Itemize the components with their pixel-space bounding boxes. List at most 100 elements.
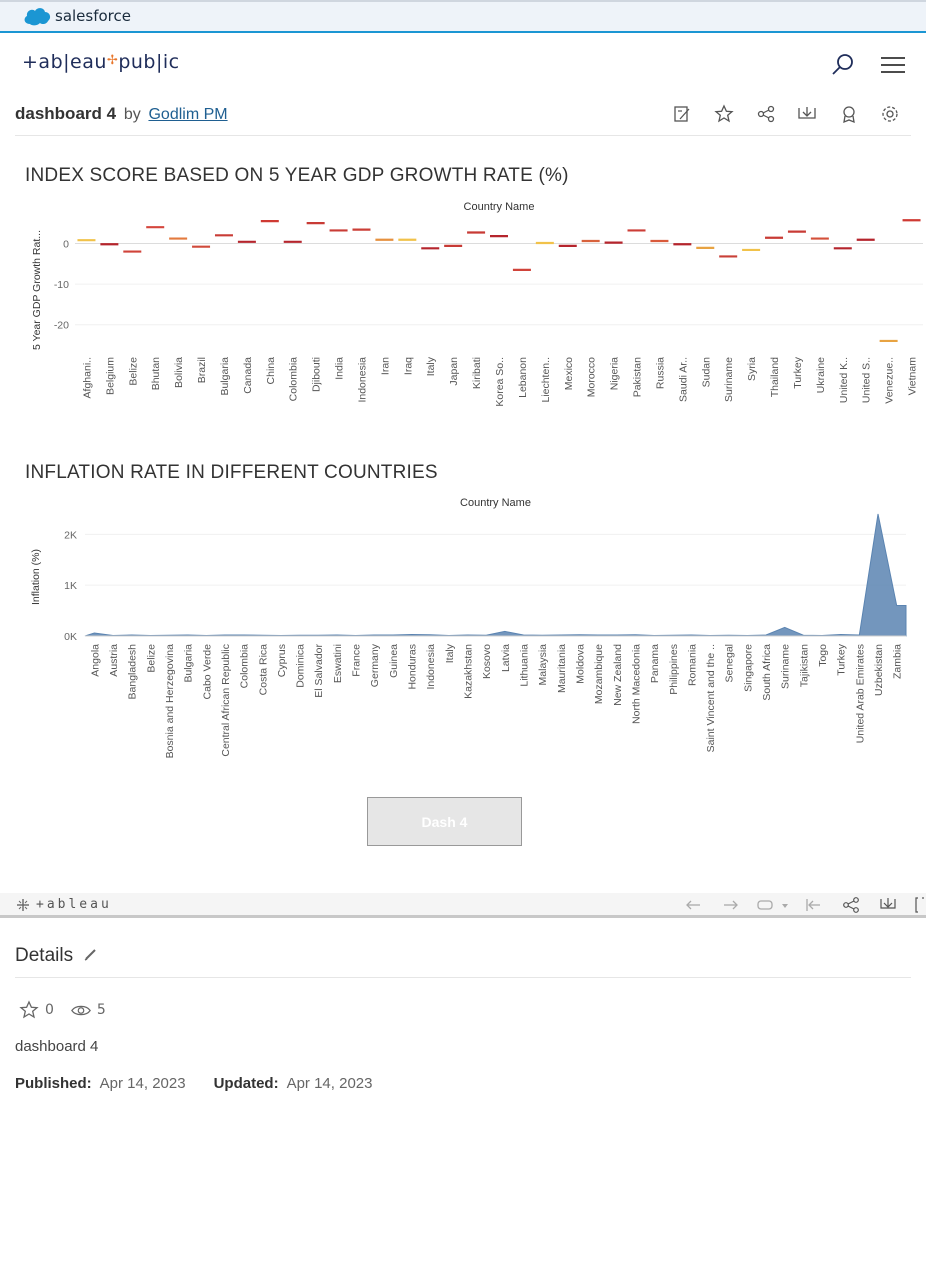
inflation-x-tick: El Salvador bbox=[313, 644, 325, 698]
gdp-x-tick: Bhutan bbox=[150, 357, 162, 390]
inflation-x-tick: Mozambique bbox=[593, 644, 605, 704]
pencil-icon[interactable] bbox=[84, 947, 98, 961]
menu-icon[interactable] bbox=[879, 51, 907, 79]
gdp-x-tick: Bolivia bbox=[173, 357, 185, 388]
inflation-x-tick: Latvia bbox=[500, 644, 512, 672]
viz-description: dashboard 4 bbox=[15, 1038, 99, 1055]
gdp-x-tick: Thailand bbox=[769, 357, 781, 397]
author-link[interactable]: Godlim PM bbox=[148, 106, 227, 123]
inflation-y-tick: 2K bbox=[64, 529, 77, 541]
gdp-x-tick: United K.. bbox=[838, 357, 850, 403]
reset-icon[interactable] bbox=[804, 896, 822, 914]
inflation-chart-title: INFLATION RATE IN DIFFERENT COUNTRIES bbox=[25, 462, 438, 483]
gdp-x-tick: Morocco bbox=[586, 357, 598, 397]
toolbar-share-icon[interactable] bbox=[842, 896, 860, 914]
gdp-x-tick: Venezue.. bbox=[884, 357, 896, 404]
inflation-x-tick: Guinea bbox=[388, 644, 400, 678]
gdp-y-axis-title: 5 Year GDP Growth Rat... bbox=[31, 230, 43, 350]
gdp-x-tick: Belize bbox=[127, 357, 139, 386]
views-eye-icon bbox=[71, 1005, 91, 1015]
logo-right: pub|ic bbox=[118, 51, 180, 73]
inflation-x-tick: Senegal bbox=[724, 644, 736, 683]
inflation-x-tick: Zambia bbox=[892, 644, 904, 679]
badge-icon[interactable] bbox=[839, 104, 859, 124]
fullscreen-icon[interactable] bbox=[914, 896, 926, 914]
inflation-x-tick: Romania bbox=[686, 644, 698, 686]
inflation-x-tick: Honduras bbox=[407, 644, 419, 690]
gdp-x-tick: Pakistan bbox=[632, 357, 644, 397]
tableau-brand[interactable]: +ableau bbox=[36, 897, 112, 912]
inflation-x-tick: Colombia bbox=[239, 644, 251, 689]
published-label: Published: bbox=[15, 1075, 92, 1092]
gdp-x-axis-title: Country Name bbox=[464, 201, 535, 213]
gdp-x-tick: Nigeria bbox=[609, 357, 621, 390]
salesforce-cloud-icon bbox=[24, 8, 51, 26]
gdp-x-tick: Turkey bbox=[792, 356, 804, 388]
viz-title: dashboard 4 by Godlim PM bbox=[15, 104, 228, 124]
gdp-x-tick: Indonesia bbox=[356, 357, 368, 403]
gdp-x-tick: Belgium bbox=[104, 357, 116, 395]
download-icon[interactable] bbox=[797, 104, 817, 124]
inflation-x-tick: Germany bbox=[369, 643, 381, 687]
updated-label: Updated: bbox=[213, 1075, 279, 1092]
tableau-public-logo[interactable]: +ab|eau✢pub|ic bbox=[22, 51, 180, 73]
details-heading: Details bbox=[15, 945, 911, 978]
inflation-x-tick: Bosnia and Herzegovina bbox=[164, 644, 176, 759]
revert-dropdown-icon[interactable] bbox=[756, 896, 792, 914]
redo-icon[interactable] bbox=[722, 896, 740, 914]
inflation-x-tick: Turkey bbox=[836, 643, 848, 675]
gdp-x-tick: Canada bbox=[242, 357, 254, 394]
gdp-x-tick: Russia bbox=[654, 357, 666, 389]
dash-4-button[interactable]: Dash 4 bbox=[367, 797, 522, 846]
gdp-chart-title: INDEX SCORE BASED ON 5 YEAR GDP GROWTH R… bbox=[25, 165, 569, 186]
favorites-count: 0 bbox=[45, 1002, 54, 1018]
inflation-x-tick: Austria bbox=[108, 644, 120, 677]
gdp-x-tick: Italy bbox=[425, 356, 437, 376]
inflation-x-tick: Uzbekistan bbox=[873, 644, 885, 696]
inflation-x-tick: Bangladesh bbox=[127, 644, 139, 700]
gdp-y-tick: 0 bbox=[63, 238, 69, 250]
gdp-x-tick: Suriname bbox=[723, 357, 735, 402]
inflation-x-axis-title: Country Name bbox=[460, 497, 531, 509]
settings-icon[interactable] bbox=[880, 104, 900, 124]
inflation-x-tick: Belize bbox=[145, 644, 157, 673]
inflation-x-tick: Italy bbox=[444, 643, 456, 663]
inflation-x-tick: Central African Republic bbox=[220, 644, 232, 757]
logo-spark-icon: ✢ bbox=[106, 53, 119, 68]
inflation-chart[interactable]: Country Name Inflation (%) 2K 1K 0K Angola Aus… bbox=[0, 492, 926, 777]
stats-row: 0 5 bbox=[19, 1000, 106, 1020]
inflation-x-tick: South Africa bbox=[761, 644, 773, 701]
search-icon[interactable] bbox=[829, 51, 857, 79]
gdp-x-tick: Mexico bbox=[563, 357, 575, 390]
favorite-star-icon[interactable] bbox=[19, 1000, 39, 1020]
inflation-x-tick: North Macedonia bbox=[630, 644, 642, 724]
salesforce-bar: salesforce bbox=[0, 0, 926, 33]
inflation-x-tick: Eswatini bbox=[332, 644, 344, 683]
inflation-x-tick: Bulgaria bbox=[183, 644, 195, 683]
inflation-x-tick: Kosovo bbox=[481, 644, 493, 679]
salesforce-logo[interactable]: salesforce bbox=[22, 6, 131, 26]
gdp-x-tick: Lebanon bbox=[517, 357, 529, 398]
edit-icon[interactable] bbox=[672, 104, 692, 124]
inflation-x-tick: Lithuania bbox=[518, 644, 530, 687]
gdp-x-tick: Brazil bbox=[196, 357, 208, 383]
gdp-x-tick: Afghani.. bbox=[81, 357, 93, 398]
gdp-x-tick: Djibouti bbox=[311, 357, 323, 392]
gdp-x-tick: United S.. bbox=[861, 357, 873, 403]
by-label: by bbox=[123, 106, 141, 123]
inflation-y-tick: 0K bbox=[64, 631, 77, 643]
inflation-y-tick: 1K bbox=[64, 580, 77, 592]
dates-row: Published: Apr 14, 2023 Updated: Apr 14, 20… bbox=[15, 1075, 400, 1092]
star-icon[interactable] bbox=[714, 104, 734, 124]
gdp-x-tick: Colombia bbox=[288, 357, 300, 402]
inflation-x-tick: Cyprus bbox=[276, 644, 288, 677]
toolbar-download-icon[interactable] bbox=[879, 896, 897, 914]
gdp-growth-chart[interactable]: Country Name 5 Year GDP Growth Rat... 0 -10… bbox=[0, 195, 926, 420]
views-count: 5 bbox=[96, 1002, 106, 1018]
gdp-x-tick: Syria bbox=[746, 357, 758, 381]
gdp-x-tick: China bbox=[265, 357, 277, 385]
share-icon[interactable] bbox=[756, 104, 776, 124]
inflation-x-tick: Angola bbox=[89, 644, 101, 677]
inflation-x-tick: Malaysia bbox=[537, 644, 549, 686]
undo-icon[interactable] bbox=[684, 896, 702, 914]
